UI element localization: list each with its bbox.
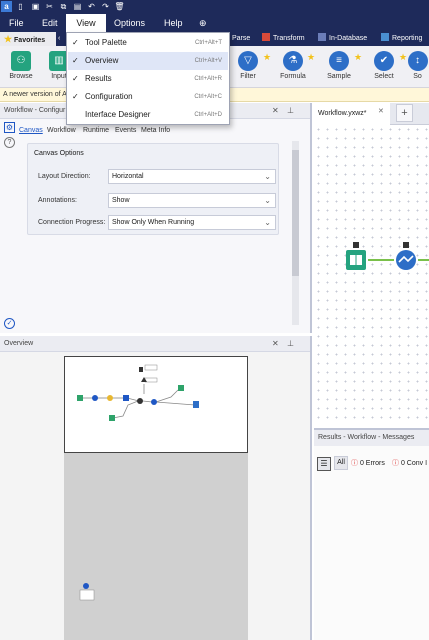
layout-direction-label: Layout Direction: xyxy=(38,173,91,180)
save-icon[interactable]: ▣ xyxy=(30,1,41,12)
check-icon: ✓ xyxy=(72,92,79,101)
tab-in-database[interactable]: In-Database xyxy=(318,32,367,46)
errors-filter[interactable]: ⓘ 0 Errors xyxy=(351,458,385,468)
sample-icon: ≡ xyxy=(329,51,349,71)
redo-icon[interactable]: ↷ xyxy=(100,1,111,12)
overview-background xyxy=(64,453,248,640)
results-header: Results - Workflow - Messages xyxy=(314,430,429,446)
overview-header: Overview xyxy=(0,336,310,352)
menu-file[interactable]: File xyxy=(9,14,24,32)
tab-canvas[interactable]: Canvas xyxy=(19,125,43,137)
check-icon: ✓ xyxy=(72,74,79,83)
tool-filter[interactable]: ▽ Filter xyxy=(230,48,266,86)
select-icon: ✔ xyxy=(374,51,394,71)
close-tab-icon[interactable]: ✕ xyxy=(378,107,384,115)
delete-icon[interactable]: 🗑 xyxy=(114,1,125,12)
results-panel: Results - Workflow - Messages ☰ All ⓘ 0 … xyxy=(314,428,429,640)
error-icon: ⓘ xyxy=(351,460,358,467)
tool-sample[interactable]: ≡ Sample xyxy=(321,48,357,86)
copy-icon[interactable]: ⧉ xyxy=(58,1,69,12)
star-icon: ★ xyxy=(307,52,316,62)
star-icon: ★ xyxy=(4,34,13,44)
menu-item-configuration[interactable]: ✓ Configuration Ctrl+Alt+C xyxy=(68,88,228,106)
connection-progress-select[interactable]: Show Only When Running ⌄ xyxy=(108,215,276,230)
menu-item-interface-designer[interactable]: Interface Designer Ctrl+Alt+D xyxy=(68,106,228,124)
menu-edit[interactable]: Edit xyxy=(42,14,58,32)
check-circle-icon: ✓ xyxy=(4,318,15,329)
add-tab-button[interactable]: + xyxy=(396,104,413,122)
filter-all-button[interactable]: All xyxy=(334,456,348,470)
flask-icon: ⚗ xyxy=(283,51,303,71)
overview-viewport[interactable] xyxy=(64,356,248,453)
check-icon: ✓ xyxy=(72,38,79,47)
menu-item-overview[interactable]: ✓ Overview Ctrl+Alt+V xyxy=(68,52,228,70)
tool-select[interactable]: ✔ Select xyxy=(366,48,402,86)
tool-browse[interactable]: ⚇ Browse xyxy=(3,48,39,86)
menu-view[interactable]: View xyxy=(66,14,106,32)
overview-minimap xyxy=(77,364,199,421)
binoculars-icon: ⚇ xyxy=(11,51,31,71)
configuration-panel: Workflow - Configur ✕ ⊥ ⚙ ? Canvas Workf… xyxy=(0,103,312,333)
connection-progress-label: Connection Progress: xyxy=(38,219,106,226)
reporting-icon xyxy=(381,33,389,41)
gear-icon[interactable]: ⚙ xyxy=(4,122,15,133)
database-icon xyxy=(318,33,326,41)
filter-icon: ▽ xyxy=(238,51,258,71)
tab-workflow[interactable]: Workflow xyxy=(47,125,76,137)
conversion-errors-filter[interactable]: ⓘ 0 Conv I xyxy=(392,458,427,468)
tab-prev-arrow[interactable]: ‹ xyxy=(58,32,60,46)
group-title: Canvas Options xyxy=(34,150,84,157)
help-icon[interactable]: ? xyxy=(4,137,15,148)
tab-meta-info[interactable]: Meta Info xyxy=(141,125,170,137)
tab-reporting[interactable]: Reporting xyxy=(381,32,422,46)
cut-icon[interactable]: ✂ xyxy=(44,1,55,12)
globe-icon[interactable]: ⊕ xyxy=(199,14,207,32)
app-logo-icon: a xyxy=(1,1,12,12)
layout-direction-select[interactable]: Horizontal ⌄ xyxy=(108,169,276,184)
overview-panel: Overview ✕ ⊥ xyxy=(0,336,312,640)
menu-help[interactable]: Help xyxy=(164,14,183,32)
sort-icon: ↕ xyxy=(407,51,428,71)
undo-icon[interactable]: ↶ xyxy=(86,1,97,12)
annotations-label: Annotations: xyxy=(38,197,77,204)
workflow-canvas[interactable] xyxy=(314,125,429,425)
new-file-icon[interactable]: ▯ xyxy=(15,1,26,12)
star-icon: ★ xyxy=(354,52,363,62)
tab-parse[interactable]: Parse xyxy=(232,32,250,46)
chevron-down-icon: ⌄ xyxy=(264,218,271,227)
pin-icon[interactable]: ⊥ xyxy=(287,103,294,119)
tool-sort[interactable]: ↕ So xyxy=(406,48,429,86)
tab-events[interactable]: Events xyxy=(115,125,136,137)
menu-item-results[interactable]: ✓ Results Ctrl+Alt+R xyxy=(68,70,228,88)
error-icon: ⓘ xyxy=(392,460,399,467)
view-menu-dropdown: ✓ Tool Palette Ctrl+Alt+T ✓ Overview Ctrl+Al… xyxy=(66,32,230,125)
workflow-diagram xyxy=(346,242,429,270)
annotations-select[interactable]: Show ⌄ xyxy=(108,193,276,208)
paste-icon[interactable]: ▤ xyxy=(72,1,83,12)
tool-formula[interactable]: ⚗ Formula xyxy=(275,48,311,86)
overview-minimap-extra xyxy=(79,583,95,601)
chevron-down-icon: ⌄ xyxy=(264,172,271,181)
check-icon: ✓ xyxy=(72,56,79,65)
menu-bar xyxy=(0,14,429,32)
canvas-options-group: Canvas Options Layout Direction: Horizon… xyxy=(27,143,279,235)
tab-runtime[interactable]: Runtime xyxy=(83,125,109,137)
menu-options[interactable]: Options xyxy=(114,14,145,32)
transform-icon xyxy=(262,33,270,41)
config-scroll-thumb[interactable] xyxy=(292,150,299,276)
pin-icon[interactable]: ⊥ xyxy=(287,336,294,352)
chevron-down-icon: ⌄ xyxy=(264,196,271,205)
tab-favorites[interactable]: ★ Favorites xyxy=(0,32,56,46)
close-panel-icon[interactable]: ✕ xyxy=(272,336,279,352)
list-view-icon[interactable]: ☰ xyxy=(317,457,331,471)
close-panel-icon[interactable]: ✕ xyxy=(272,103,279,119)
star-icon: ★ xyxy=(263,52,272,62)
tab-transform[interactable]: Transform xyxy=(262,32,305,46)
menu-item-tool-palette[interactable]: ✓ Tool Palette Ctrl+Alt+T xyxy=(68,34,228,52)
